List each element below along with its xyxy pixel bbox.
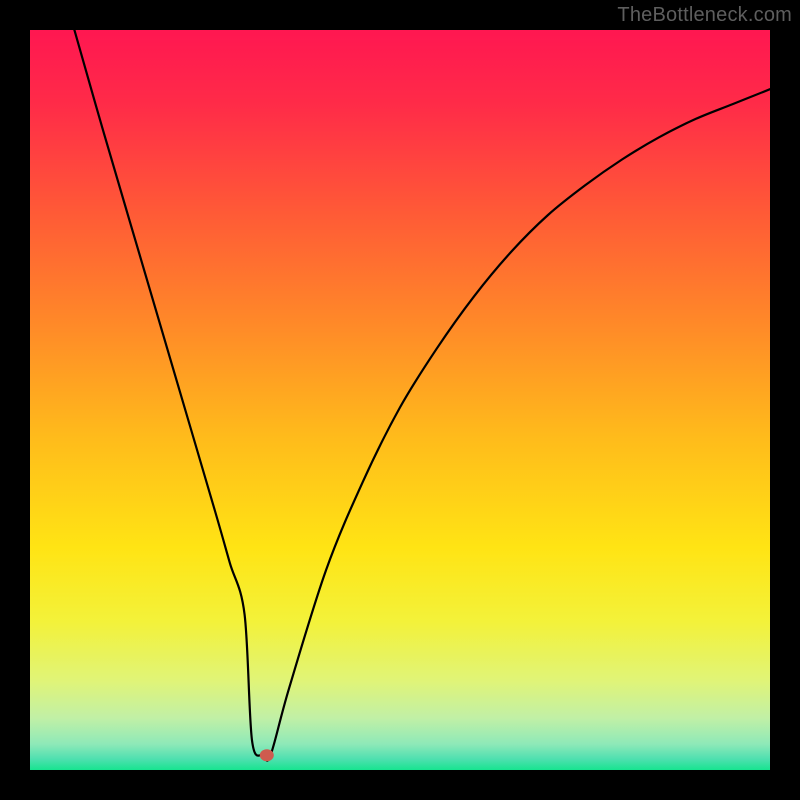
plot-area	[30, 30, 770, 770]
optimal-point-marker	[260, 749, 274, 761]
chart-svg	[30, 30, 770, 770]
chart-background	[30, 30, 770, 770]
chart-frame: TheBottleneck.com	[0, 0, 800, 800]
watermark-text: TheBottleneck.com	[617, 4, 792, 27]
